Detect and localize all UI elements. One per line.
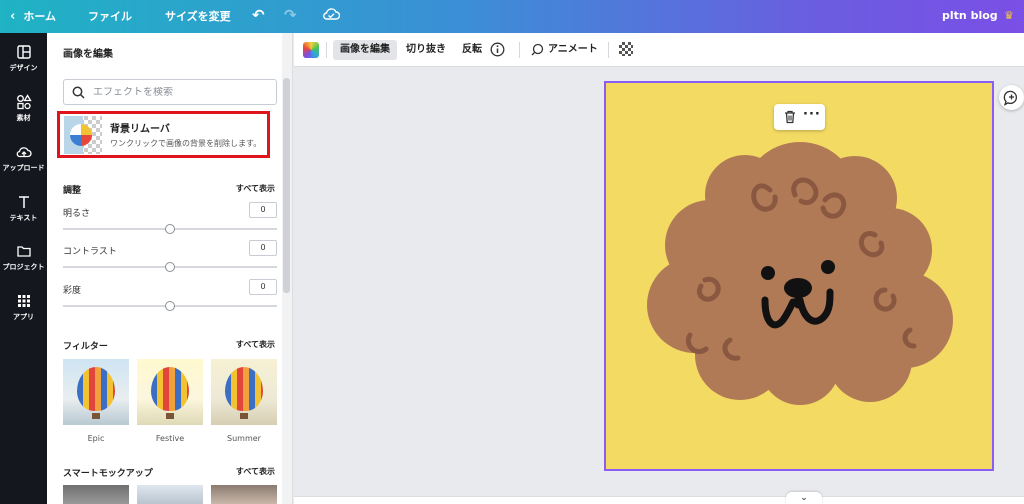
- filter-label: Epic: [87, 434, 105, 443]
- toolbar-divider: [608, 42, 609, 58]
- folder-icon: [16, 246, 31, 257]
- panel-title: 画像を編集: [63, 49, 113, 60]
- background-remover-title: 背景リムーバ: [110, 124, 170, 135]
- file-label: ファイル: [88, 10, 132, 23]
- slider-thumb[interactable]: [165, 301, 175, 311]
- slider-thumb[interactable]: [165, 224, 175, 234]
- mockup-thumbnail[interactable]: [63, 485, 129, 504]
- more-options-icon[interactable]: ···: [803, 107, 821, 122]
- trash-icon[interactable]: [782, 109, 798, 125]
- adjust-heading: 調整: [63, 186, 82, 196]
- rail-item-uploads[interactable]: アップロード: [0, 144, 47, 173]
- panel-scrollbar[interactable]: [283, 78, 290, 293]
- crown-icon: ♛: [1004, 9, 1014, 22]
- adjust-see-all-link[interactable]: すべて表示: [236, 183, 275, 196]
- filters-section-header: フィルター すべて表示: [63, 339, 275, 352]
- cloud-saved-icon[interactable]: [322, 7, 340, 21]
- home-label: ホーム: [23, 10, 57, 23]
- left-rail: デザイン 素材 アップロード テキスト プロジェクト アプリ: [0, 33, 47, 504]
- apps-grid-icon: [17, 295, 30, 307]
- search-input[interactable]: [93, 86, 263, 98]
- project-name[interactable]: pltn blog: [942, 9, 998, 22]
- filters-see-all-link[interactable]: すべて表示: [236, 339, 275, 352]
- mockup-thumbnail[interactable]: [211, 485, 277, 504]
- resize-label: サイズを変更: [165, 10, 231, 23]
- cloud-upload-icon: [16, 147, 32, 158]
- poodle-illustration[interactable]: [640, 140, 960, 410]
- redo-icon[interactable]: ↷: [284, 6, 297, 24]
- rail-label: 素材: [16, 114, 31, 122]
- transparency-icon[interactable]: [619, 42, 633, 56]
- filter-thumbnail: [211, 359, 277, 425]
- filter-festive[interactable]: Festive: [137, 359, 203, 443]
- filter-thumbnail: [63, 359, 129, 425]
- edit-image-panel: 画像を編集 背景リムーバ ワンクリックで画像の背景を削除します。 調整 すべて表…: [47, 33, 293, 504]
- rail-item-text[interactable]: テキスト: [0, 194, 47, 223]
- rail-label: テキスト: [9, 214, 38, 222]
- filters-heading: フィルター: [63, 342, 108, 352]
- bottom-bar: [294, 496, 1024, 504]
- background-remover-description: ワンクリックで画像の背景を削除します。: [110, 139, 262, 148]
- home-button[interactable]: ‹ ホーム: [10, 8, 56, 24]
- saturation-slider[interactable]: [63, 301, 277, 311]
- info-icon[interactable]: [490, 42, 505, 62]
- image-toolbar: 画像を編集 切り抜き 反転 アニメート: [294, 33, 1024, 67]
- rail-item-design[interactable]: デザイン: [0, 44, 47, 73]
- color-swatch-icon[interactable]: [303, 42, 319, 58]
- comment-plus-icon: [1003, 90, 1018, 106]
- crop-button[interactable]: 切り抜き: [399, 40, 453, 60]
- animate-label: アニメート: [548, 44, 598, 55]
- brightness-label: 明るさ: [63, 209, 91, 219]
- shapes-icon: [16, 94, 32, 110]
- filter-carousel: Epic Festive Summer ›: [63, 359, 291, 443]
- saturation-value[interactable]: 0: [249, 279, 277, 295]
- mockup-thumbnail[interactable]: [137, 485, 203, 504]
- saturation-label: 彩度: [63, 286, 82, 296]
- background-remover-thumbnail: [64, 115, 102, 154]
- file-menu-button[interactable]: ファイル: [88, 8, 132, 24]
- animate-button[interactable]: アニメート: [526, 40, 605, 60]
- rail-label: アップロード: [2, 164, 45, 172]
- brightness-value[interactable]: 0: [249, 202, 277, 218]
- filter-label: Festive: [155, 434, 185, 443]
- filter-label: Summer: [227, 434, 261, 443]
- chevron-down-icon[interactable]: ⌄: [786, 492, 822, 504]
- mockups-heading: スマートモックアップ: [63, 469, 153, 479]
- filter-thumbnail: [137, 359, 203, 425]
- brightness-slider[interactable]: [63, 224, 277, 234]
- animate-icon: [531, 43, 544, 56]
- mockups-see-all-link[interactable]: すべて表示: [236, 466, 275, 479]
- toolbar-divider: [519, 42, 520, 58]
- text-icon: [18, 196, 29, 208]
- add-comment-button[interactable]: [999, 85, 1024, 110]
- resize-button[interactable]: サイズを変更: [165, 8, 231, 24]
- mockups-section-header: スマートモックアップ すべて表示: [63, 466, 275, 479]
- rail-item-elements[interactable]: 素材: [0, 94, 47, 123]
- edit-image-button[interactable]: 画像を編集: [333, 40, 397, 60]
- effect-search[interactable]: [63, 79, 277, 105]
- element-float-toolbar: ···: [774, 104, 825, 130]
- search-icon: [72, 86, 85, 99]
- flip-button[interactable]: 反転: [455, 40, 489, 60]
- undo-icon[interactable]: ↶: [252, 6, 265, 24]
- filter-epic[interactable]: Epic: [63, 359, 129, 443]
- rail-item-apps[interactable]: アプリ: [0, 293, 47, 322]
- slider-thumb[interactable]: [165, 262, 175, 272]
- contrast-slider[interactable]: [63, 262, 277, 272]
- mockup-carousel: [63, 485, 277, 504]
- contrast-label: コントラスト: [63, 247, 117, 257]
- rail-label: デザイン: [9, 64, 38, 72]
- layout-icon: [16, 45, 31, 59]
- filter-summer[interactable]: Summer: [211, 359, 277, 443]
- rail-label: プロジェクト: [2, 263, 45, 271]
- rail-label: アプリ: [13, 313, 34, 321]
- chevron-left-icon: ‹: [10, 8, 16, 24]
- toolbar-divider: [326, 42, 327, 58]
- contrast-value[interactable]: 0: [249, 240, 277, 256]
- top-bar: ‹ ホーム ファイル サイズを変更 ↶ ↷ pltn blog ♛: [0, 0, 1024, 33]
- background-remover-button[interactable]: 背景リムーバ ワンクリックで画像の背景を削除します。: [57, 111, 270, 158]
- adjust-section-header: 調整 すべて表示: [63, 183, 275, 196]
- rail-item-projects[interactable]: プロジェクト: [0, 243, 47, 272]
